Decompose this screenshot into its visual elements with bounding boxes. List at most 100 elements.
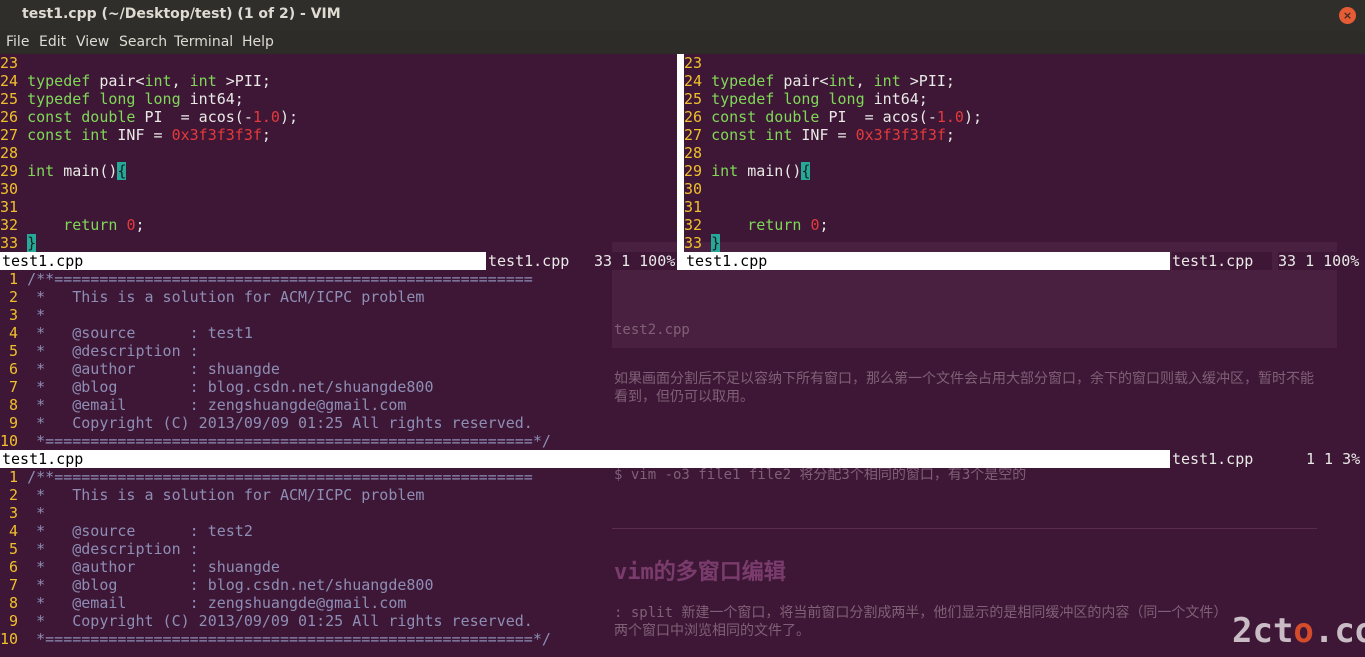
code-token: , bbox=[855, 72, 874, 90]
code-line[interactable]: 1 /**===================================… bbox=[0, 270, 533, 288]
code-line[interactable]: 26 const double PI = acos(-1.0); bbox=[0, 108, 298, 126]
code-token: * @description : bbox=[27, 342, 199, 360]
line-number: 1 bbox=[0, 270, 28, 288]
menu-help[interactable]: Help bbox=[242, 34, 274, 50]
cursor: { bbox=[117, 162, 127, 180]
line-number: 27 bbox=[684, 126, 712, 144]
code-line[interactable]: 25 typedef long long int64; bbox=[684, 90, 928, 108]
code-line[interactable]: 6 * @author : shuangde bbox=[0, 360, 280, 378]
line-number: 25 bbox=[684, 90, 712, 108]
menu-search[interactable]: Search bbox=[119, 34, 167, 50]
code-line[interactable]: 24 typedef pair<int, int >PII; bbox=[0, 72, 271, 90]
code-token: int64; bbox=[864, 90, 928, 108]
vim-editor[interactable]: test2.cpp 如果画面分割后不足以容纳下所有窗口，那么第一个文件会占用大部… bbox=[0, 54, 1365, 657]
line-number: 5 bbox=[0, 342, 28, 360]
code-token: main() bbox=[54, 162, 118, 180]
code-token: PI = acos(- bbox=[135, 108, 253, 126]
status-filename-right: test1.cpp bbox=[1172, 450, 1272, 468]
code-line[interactable]: 9 * Copyright (C) 2013/09/09 01:25 All r… bbox=[0, 414, 533, 432]
code-token: * @blog : blog.csdn.net/shuangde800 bbox=[27, 576, 434, 594]
code-line[interactable]: 29 int main(){ bbox=[0, 162, 127, 180]
code-token: 0x3f3f3f3f bbox=[855, 126, 946, 144]
menu-view[interactable]: View bbox=[76, 34, 109, 50]
code-token: long long bbox=[783, 90, 865, 108]
code-line[interactable]: 3 * bbox=[0, 504, 45, 522]
code-line[interactable]: 5 * @description : bbox=[0, 540, 199, 558]
line-number: 9 bbox=[0, 414, 28, 432]
code-line[interactable]: 32 return 0; bbox=[684, 216, 829, 234]
code-line[interactable]: 28 bbox=[0, 144, 27, 162]
code-line[interactable]: 25 typedef long long int64; bbox=[0, 90, 244, 108]
code-line[interactable]: 31 bbox=[0, 198, 27, 216]
line-number: 30 bbox=[0, 180, 28, 198]
code-line[interactable]: 10 *====================================… bbox=[0, 630, 551, 648]
window-top-left[interactable]: 23 24 typedef pair<int, int >PII; 25 type… bbox=[0, 54, 677, 252]
code-token: * @author : shuangde bbox=[27, 360, 280, 378]
code-line[interactable]: 33 } bbox=[684, 234, 721, 252]
code-line[interactable]: 23 bbox=[0, 54, 27, 72]
code-line[interactable]: 10 *====================================… bbox=[0, 432, 551, 450]
code-token: *=======================================… bbox=[27, 630, 551, 648]
code-line[interactable]: 8 * @email : zengshuangde@gmail.com bbox=[0, 396, 406, 414]
code-line[interactable]: 6 * @author : shuangde bbox=[0, 558, 280, 576]
code-token: 1.0 bbox=[252, 108, 280, 126]
code-line[interactable]: 1 /**===================================… bbox=[0, 468, 533, 486]
code-line[interactable]: 27 const int INF = 0x3f3f3f3f; bbox=[684, 126, 955, 144]
line-number: 10 bbox=[0, 630, 28, 648]
code-line[interactable]: 30 bbox=[684, 180, 711, 198]
code-line[interactable]: 32 return 0; bbox=[0, 216, 145, 234]
code-line[interactable]: 7 * @blog : blog.csdn.net/shuangde800 bbox=[0, 576, 433, 594]
line-number: 32 bbox=[0, 216, 28, 234]
code-token: INF = bbox=[108, 126, 172, 144]
code-line[interactable]: 29 int main(){ bbox=[684, 162, 811, 180]
status-position: 1 1 3% bbox=[1306, 450, 1365, 468]
code-token: ; bbox=[945, 126, 955, 144]
code-line[interactable]: 5 * @description : bbox=[0, 342, 199, 360]
code-line[interactable]: 33 } bbox=[0, 234, 37, 252]
code-token: return bbox=[63, 216, 118, 234]
code-line[interactable]: 2 * This is a solution for ACM/ICPC prob… bbox=[0, 486, 424, 504]
menu-edit[interactable]: Edit bbox=[39, 34, 66, 50]
line-number: 2 bbox=[0, 486, 28, 504]
window-bottom[interactable]: 1 /**===================================… bbox=[0, 468, 1365, 657]
close-icon[interactable]: × bbox=[1339, 7, 1356, 24]
code-token: * Copyright (C) 2013/09/09 01:25 All rig… bbox=[27, 612, 533, 630]
menu-file[interactable]: File bbox=[6, 34, 29, 50]
code-token: * bbox=[27, 504, 46, 522]
code-line[interactable]: 30 bbox=[0, 180, 27, 198]
code-line[interactable]: 2 * This is a solution for ACM/ICPC prob… bbox=[0, 288, 424, 306]
status-position: 33 1 100% bbox=[1278, 252, 1365, 270]
code-token: ); bbox=[279, 108, 299, 126]
window-title: test1.cpp (~/Desktop/test) (1 of 2) - VI… bbox=[22, 6, 341, 22]
status-position: 33 1 100% bbox=[594, 252, 677, 270]
code-line[interactable]: 4 * @source : test2 bbox=[0, 522, 253, 540]
window-top-right[interactable]: 23 24 typedef pair<int, int >PII; 25 type… bbox=[684, 54, 1365, 252]
vertical-split-separator bbox=[677, 54, 684, 270]
menu-terminal[interactable]: Terminal bbox=[174, 34, 233, 50]
code-line[interactable]: 4 * @source : test1 bbox=[0, 324, 253, 342]
code-token: 0x3f3f3f3f bbox=[171, 126, 262, 144]
code-token: >PII; bbox=[216, 72, 271, 90]
code-token: * @email : zengshuangde@gmail.com bbox=[27, 396, 407, 414]
code-token: pair< bbox=[90, 72, 145, 90]
line-number: 28 bbox=[0, 144, 28, 162]
code-line[interactable]: 8 * @email : zengshuangde@gmail.com bbox=[0, 594, 406, 612]
code-token: const int bbox=[27, 126, 109, 144]
code-token: * This is a solution for ACM/ICPC proble… bbox=[27, 288, 425, 306]
code-line[interactable]: 3 * bbox=[0, 306, 45, 324]
code-line[interactable]: 24 typedef pair<int, int >PII; bbox=[684, 72, 955, 90]
window-titlebar: test1.cpp (~/Desktop/test) (1 of 2) - VI… bbox=[0, 0, 1365, 31]
code-line[interactable]: 23 bbox=[684, 54, 711, 72]
window-middle[interactable]: 1 /**===================================… bbox=[0, 270, 1365, 450]
status-line-top-left: test1.cpp test1.cpp 33 1 100% bbox=[0, 252, 677, 270]
line-number: 27 bbox=[0, 126, 28, 144]
code-token: >PII; bbox=[900, 72, 955, 90]
code-line[interactable]: 27 const int INF = 0x3f3f3f3f; bbox=[0, 126, 271, 144]
code-line[interactable]: 31 bbox=[684, 198, 711, 216]
code-line[interactable]: 7 * @blog : blog.csdn.net/shuangde800 bbox=[0, 378, 433, 396]
code-line[interactable]: 26 const double PI = acos(-1.0); bbox=[684, 108, 982, 126]
code-line[interactable]: 9 * Copyright (C) 2013/09/09 01:25 All r… bbox=[0, 612, 533, 630]
line-number: 25 bbox=[0, 90, 28, 108]
code-line[interactable]: 28 bbox=[684, 144, 711, 162]
